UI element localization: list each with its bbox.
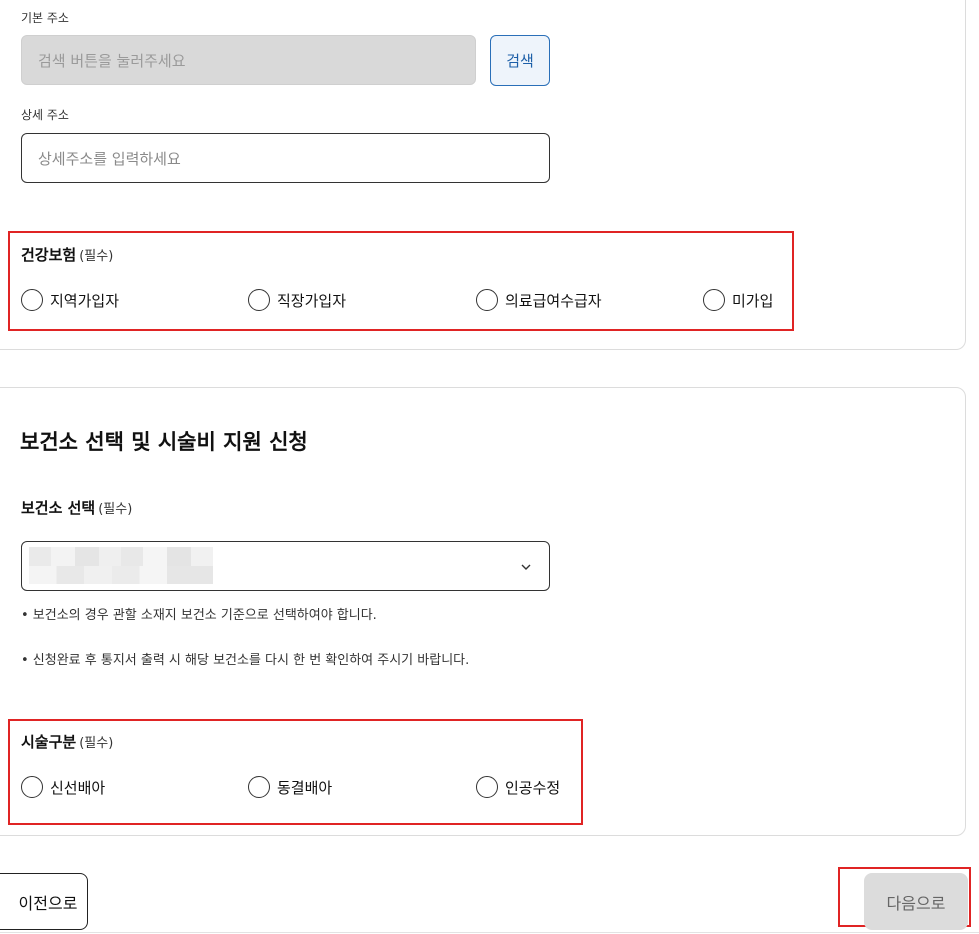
radio-insurance-workplace[interactable]: 직장가입자 (248, 289, 346, 311)
health-center-select[interactable] (21, 541, 550, 591)
selected-value-redacted (29, 547, 213, 584)
detail-address-placeholder: 상세주소를 입력하세요 (38, 149, 181, 168)
basic-address-placeholder: 검색 버튼을 눌러주세요 (38, 51, 186, 70)
procedure-label-text: 시술구분 (21, 733, 77, 751)
detail-address-input[interactable]: 상세주소를 입력하세요 (21, 133, 550, 183)
health-center-note-2: • 신청완료 후 통지서 출력 시 해당 보건소를 다시 한 번 확인하여 주시… (21, 653, 470, 668)
insurance-required: (필수) (79, 249, 114, 264)
health-center-note-1: • 보건소의 경우 관할 소재지 보건소 기준으로 선택하여야 합니다. (21, 608, 377, 623)
radio-circle-icon (248, 776, 270, 798)
address-search-button[interactable]: 검색 (490, 35, 550, 86)
procedure-required: (필수) (79, 736, 114, 751)
basic-address-label: 기본 주소 (21, 11, 69, 25)
health-center-required: (필수) (98, 502, 133, 517)
radio-circle-icon (476, 289, 498, 311)
insurance-highlight-box (8, 231, 794, 331)
radio-label: 신선배아 (50, 778, 106, 797)
radio-insurance-regional[interactable]: 지역가입자 (21, 289, 119, 311)
radio-label: 의료급여수급자 (505, 291, 602, 310)
radio-procedure-fresh-embryo[interactable]: 신선배아 (21, 776, 105, 798)
insurance-label-text: 건강보험 (21, 246, 77, 264)
chevron-down-icon (521, 564, 531, 570)
next-button[interactable]: 다음으로 (864, 873, 968, 930)
radio-label: 인공수정 (505, 778, 561, 797)
radio-circle-icon (248, 289, 270, 311)
radio-label: 동결배아 (277, 778, 333, 797)
radio-circle-icon (476, 776, 498, 798)
radio-circle-icon (21, 776, 43, 798)
radio-circle-icon (21, 289, 43, 311)
divider (0, 932, 979, 933)
health-center-select-label-text: 보건소 선택 (21, 499, 96, 517)
radio-label: 직장가입자 (277, 291, 347, 310)
radio-label: 지역가입자 (50, 291, 120, 310)
radio-label: 미가입 (732, 291, 774, 310)
health-center-select-label: 보건소 선택 (필수) (21, 497, 132, 518)
radio-insurance-none[interactable]: 미가입 (703, 289, 773, 311)
detail-address-label: 상세 주소 (21, 108, 69, 122)
radio-procedure-artificial-insemination[interactable]: 인공수정 (476, 776, 560, 798)
previous-button[interactable]: 이전으로 (0, 873, 88, 930)
basic-address-input[interactable]: 검색 버튼을 눌러주세요 (21, 35, 476, 85)
radio-procedure-frozen-embryo[interactable]: 동결배아 (248, 776, 332, 798)
radio-insurance-medical-aid[interactable]: 의료급여수급자 (476, 289, 602, 311)
insurance-label: 건강보험 (필수) (21, 244, 113, 265)
procedure-label: 시술구분 (필수) (21, 731, 113, 752)
health-center-card-title: 보건소 선택 및 시술비 지원 신청 (20, 430, 308, 454)
radio-circle-icon (703, 289, 725, 311)
